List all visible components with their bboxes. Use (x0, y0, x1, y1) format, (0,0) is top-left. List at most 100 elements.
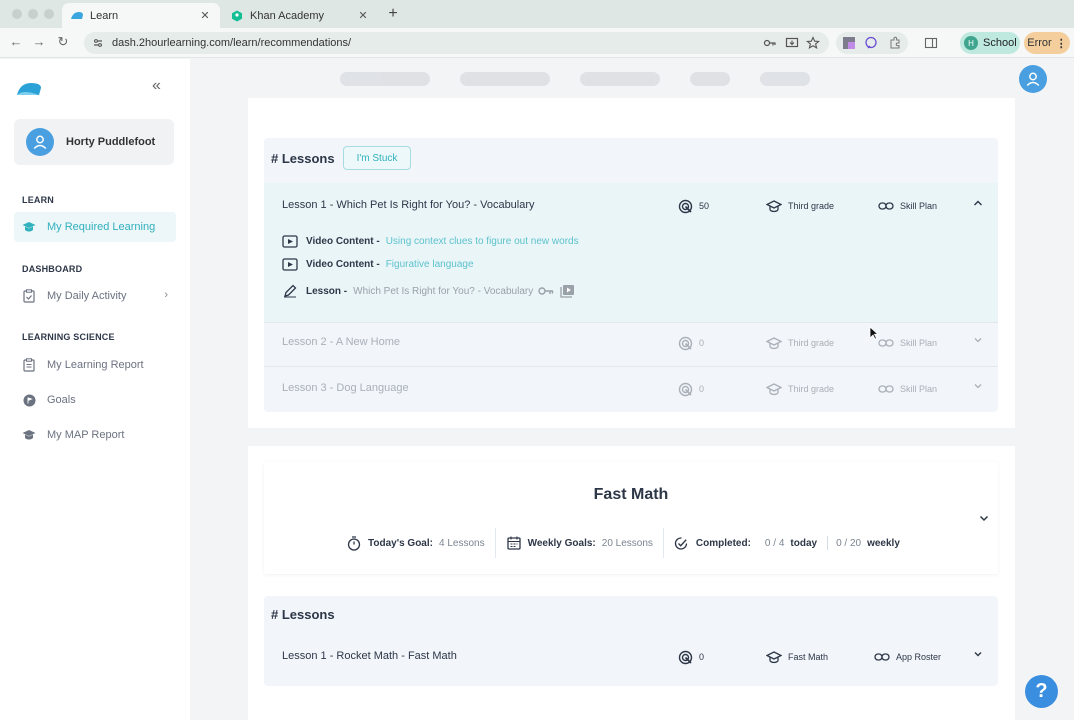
target-progress-icon (677, 198, 693, 214)
chevron-down-icon[interactable] (972, 380, 984, 392)
site-settings-icon[interactable] (92, 37, 104, 49)
profile-avatar: H (964, 36, 978, 50)
link-icon (878, 381, 894, 397)
link-icon (874, 649, 890, 665)
faded-top-navigation (340, 68, 900, 90)
sidebar-item-required-learning[interactable]: My Required Learning (14, 212, 176, 242)
close-tab-icon[interactable]: ✕ (198, 9, 212, 22)
user-avatar-icon (26, 128, 54, 156)
url-field[interactable]: dash.2hourlearning.com/learn/recommendat… (84, 32, 829, 54)
mouse-cursor-icon (869, 326, 879, 340)
content-item-video-2[interactable]: Video Content - Figurative language (282, 257, 474, 271)
back-icon[interactable]: ← (8, 34, 24, 49)
reload-icon[interactable]: ↻ (55, 34, 71, 50)
lesson-row-1[interactable]: Lesson 1 - Which Pet Is Right for You? -… (264, 183, 998, 229)
help-button[interactable]: ? (1025, 675, 1058, 708)
khan-favicon-icon (230, 9, 244, 23)
app-logo-icon[interactable] (16, 81, 42, 97)
weekly-goals: Weekly Goals: 20 Lessons (496, 528, 663, 558)
im-stuck-button[interactable]: I'm Stuck (343, 146, 411, 170)
install-app-icon[interactable] (785, 36, 799, 50)
extensions-puzzle-icon[interactable] (888, 36, 902, 50)
content-item-lesson[interactable]: Lesson - Which Pet Is Right for You? - V… (282, 284, 575, 298)
lesson-progress-count: 0 (677, 381, 704, 397)
browser-tab-learn[interactable]: Learn ✕ (62, 3, 220, 28)
chevron-down-icon[interactable] (978, 512, 990, 524)
close-tab-icon[interactable]: ✕ (356, 9, 370, 22)
lessons-panel-reading: # Lessons I'm Stuck Lesson 1 - Which Pet… (264, 138, 998, 412)
lesson-grade: Fast Math (766, 649, 828, 665)
profile-button[interactable]: H School (960, 32, 1020, 54)
error-menu-button[interactable]: Error ⋮ (1024, 32, 1070, 54)
completed-stats: Completed: 0 / 4 today 0 / 20 weekly (664, 528, 916, 558)
clipboard-check-icon (22, 289, 36, 303)
sidebar: « Horty Puddlefoot LEARN My Required Lea… (0, 59, 190, 720)
lesson-row-2[interactable]: Lesson 2 - A New Home 0 Third grade Skil… (264, 320, 998, 366)
learn-favicon-icon (70, 9, 84, 23)
graduation-cap-icon (22, 220, 36, 234)
lesson-title: Lesson 1 - Which Pet Is Right for You? -… (282, 199, 535, 211)
lessons-panel-fast-math: # Lessons Lesson 1 - Rocket Math - Fast … (264, 596, 998, 686)
clipboard-report-icon (22, 358, 36, 372)
chevron-down-icon[interactable] (972, 648, 984, 660)
target-progress-icon (677, 335, 693, 351)
content-link[interactable]: Figurative language (386, 259, 474, 270)
address-bar-row: ← → ↻ dash.2hourlearning.com/learn/recom… (0, 28, 1074, 58)
new-tab-icon[interactable]: + (386, 5, 400, 23)
lesson-row-1[interactable]: Lesson 1 - Rocket Math - Fast Math 0 Fas… (264, 634, 998, 680)
sidebar-item-map-report[interactable]: My MAP Report (14, 420, 176, 450)
chevron-up-icon[interactable] (972, 197, 984, 209)
graduation-cap-icon (766, 335, 782, 351)
target-progress-icon (677, 381, 693, 397)
window-controls[interactable] (12, 9, 54, 19)
lessons-heading: # Lessons (271, 151, 335, 166)
kebab-menu-icon: ⋮ (1055, 37, 1067, 50)
lesson-plan-type: Skill Plan (878, 198, 937, 214)
side-panel-icon[interactable] (924, 36, 938, 50)
graduation-cap-icon (766, 198, 782, 214)
lesson-row-3[interactable]: Lesson 3 - Dog Language 0 Third grade Sk… (264, 366, 998, 412)
url-text: dash.2hourlearning.com/learn/recommendat… (112, 37, 352, 49)
user-name: Horty Puddlefoot (66, 136, 156, 148)
video-play-icon (282, 257, 298, 271)
subject-title: Fast Math (593, 486, 669, 503)
sidebar-item-goals[interactable]: Goals (14, 385, 176, 415)
content-item-video-1[interactable]: Video Content - Using context clues to f… (282, 234, 579, 248)
graduation-cap-icon (766, 649, 782, 665)
lesson-title: Lesson 2 - A New Home (282, 336, 401, 348)
sidebar-item-daily-activity[interactable]: My Daily Activity › (14, 281, 176, 311)
extensions-group (836, 32, 908, 54)
lesson-1-contents: Video Content - Using context clues to f… (264, 226, 998, 322)
chevron-right-icon: › (164, 289, 168, 301)
lesson-grade: Third grade (766, 198, 834, 214)
todays-goal: Today's Goal: 4 Lessons (336, 528, 495, 558)
account-avatar-icon[interactable] (1019, 65, 1047, 93)
user-profile-card[interactable]: Horty Puddlefoot (14, 119, 174, 165)
bookmark-star-icon[interactable] (806, 36, 820, 50)
graduation-cap-icon (22, 428, 36, 442)
key-icon (538, 286, 554, 296)
chevron-down-icon[interactable] (972, 334, 984, 346)
target-progress-icon (677, 649, 693, 665)
fast-math-summary[interactable]: Fast Math Today's Goal: 4 Lessons Weekly… (264, 462, 998, 574)
section-learning-science-label: LEARNING SCIENCE (22, 332, 115, 342)
browser-tab-khan[interactable]: Khan Academy ✕ (222, 3, 378, 28)
lesson-plan-type: App Roster (874, 649, 941, 665)
lesson-progress-count: 0 (677, 649, 704, 665)
collapse-sidebar-icon[interactable]: « (152, 77, 161, 95)
lessons-heading: # Lessons (271, 607, 335, 622)
video-play-icon (282, 234, 298, 248)
calendar-icon (506, 535, 522, 551)
check-progress-icon (674, 535, 690, 551)
link-icon (878, 198, 894, 214)
goal-stats: Today's Goal: 4 Lessons Weekly Goals: 20… (336, 528, 916, 558)
content-link[interactable]: Using context clues to figure out new wo… (386, 236, 579, 247)
extension-screenshot-icon[interactable] (842, 36, 856, 50)
section-dashboard-label: DASHBOARD (22, 264, 83, 274)
password-key-icon[interactable] (763, 36, 777, 50)
graduation-cap-icon (766, 381, 782, 397)
extension-chat-icon[interactable] (864, 36, 878, 50)
sidebar-item-learning-report[interactable]: My Learning Report (14, 350, 176, 380)
forward-icon[interactable]: → (31, 34, 47, 49)
video-library-icon[interactable] (560, 284, 575, 298)
